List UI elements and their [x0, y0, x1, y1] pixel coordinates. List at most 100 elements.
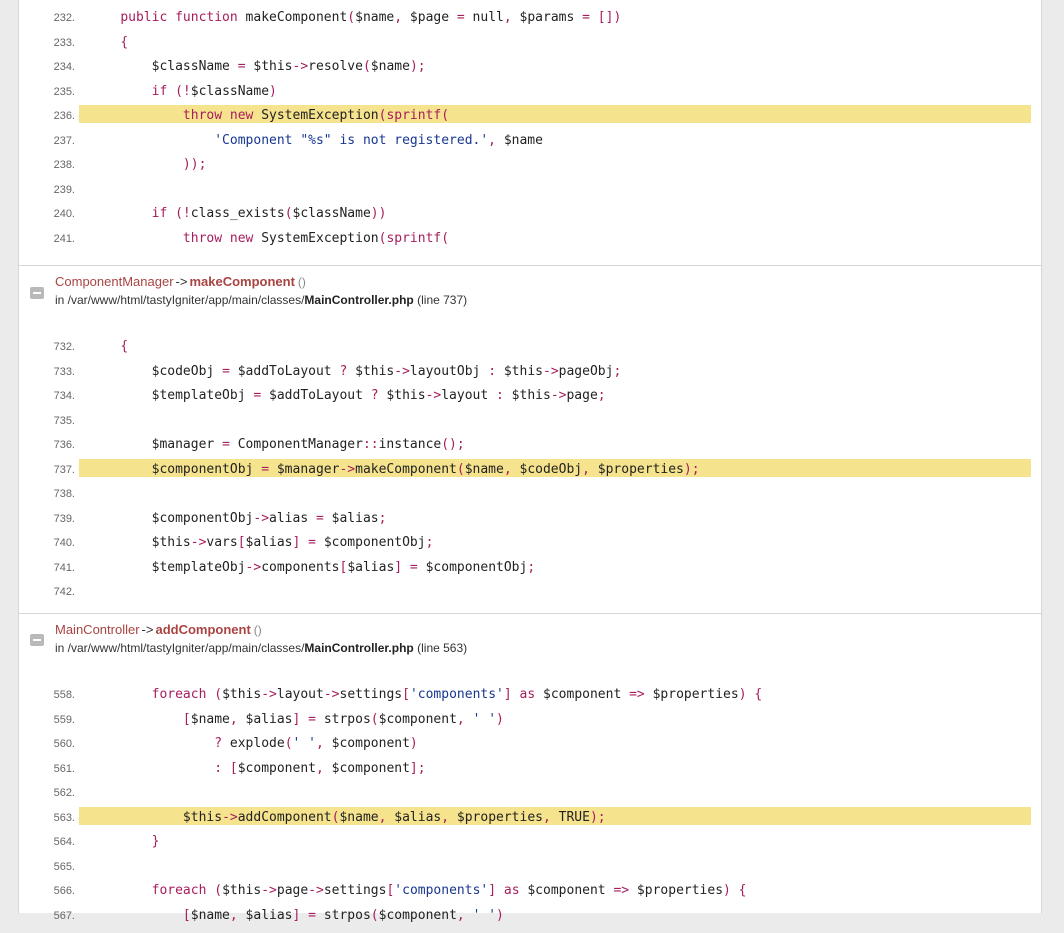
operator-token: , [504, 10, 512, 25]
code-line: 241. throw new SystemException(sprintf( [19, 232, 1041, 257]
keyword-token: if [152, 206, 168, 221]
operator-token: , [441, 810, 449, 825]
line-number: 241. [19, 233, 75, 245]
operator-token: -> [253, 511, 269, 526]
line-number: 240. [19, 208, 75, 220]
code-line: 738. [19, 487, 1041, 512]
line-number: 558. [19, 689, 75, 701]
string-token: ' ' [293, 736, 316, 751]
highlighted-code-line: 563. $this->addComponent($name, $alias, … [19, 811, 1041, 836]
frame-title: ComponentManager->makeComponent() [55, 274, 306, 289]
operator-token: ]; [410, 761, 426, 776]
operator-token: -> [426, 388, 442, 403]
keyword-token: if [152, 84, 168, 99]
operator-token: ) { [739, 687, 762, 702]
operator-token: (! [175, 84, 191, 99]
code-text: throw new SystemException(sprintf( [89, 231, 449, 246]
stack-frame-1: 232. public function makeComponent($name… [18, 0, 1042, 266]
frame-header[interactable]: ComponentManager->makeComponent() in /va… [19, 266, 1041, 318]
frame-class-name: MainController [55, 622, 140, 637]
frame-arrow: -> [142, 622, 154, 637]
operator-token: -> [246, 560, 262, 575]
line-number: 735. [19, 415, 75, 427]
code-line: 741. $templateObj->components[$alias] = … [19, 561, 1041, 586]
code-line: 560. ? explode(' ', $component) [19, 737, 1041, 762]
frame-parens: () [254, 623, 262, 637]
frame-file-name: MainController.php [304, 293, 413, 307]
operator-token: ( [363, 59, 371, 74]
operator-token: } [152, 834, 160, 849]
code-line: 732. { [19, 340, 1041, 365]
operator-token: -> [551, 388, 567, 403]
operator-token: ) { [723, 883, 746, 898]
code-line: 558. foreach ($this->layout->settings['c… [19, 688, 1041, 713]
operator-token: -> [261, 687, 277, 702]
frame-path-prefix: in /var/www/html/tastyIgniter/app/main/c… [55, 293, 304, 307]
code-text: $className = $this->resolve($name); [89, 59, 426, 74]
line-number: 737. [19, 464, 75, 476]
code-line: 734. $templateObj = $addToLayout ? $this… [19, 389, 1041, 414]
code-text: { [89, 35, 128, 50]
code-text: $manager = ComponentManager::instance(); [89, 437, 465, 452]
code-line: 233. { [19, 36, 1041, 61]
operator-token: , [488, 133, 496, 148]
operator-token: ; [527, 560, 535, 575]
code-text: $this->vars[$alias] = $componentObj; [89, 535, 433, 550]
code-line: 561. : [$component, $component]; [19, 762, 1041, 787]
operator-token: ( [441, 231, 449, 246]
operator-token: -> [293, 59, 309, 74]
frame-header[interactable]: MainController->addComponent () in /var/w… [19, 614, 1041, 666]
keyword-token: sprintf [386, 231, 441, 246]
line-number: 234. [19, 61, 75, 73]
operator-token: (! [175, 206, 191, 221]
operator-token: ( [285, 736, 293, 751]
operator-token: ] = [293, 535, 316, 550]
frame-function-name: addComponent [155, 622, 250, 637]
operator-token: ; [613, 364, 621, 379]
operator-token: [ [238, 535, 246, 550]
collapse-toggle-icon[interactable] [30, 287, 44, 299]
line-number: 742. [19, 586, 75, 598]
operator-token: :: [363, 437, 379, 452]
operator-token: ( [347, 10, 355, 25]
keyword-token: foreach [152, 883, 207, 898]
code-text: if (!class_exists($className)) [89, 206, 386, 221]
keyword-token: as [520, 687, 536, 702]
code-text: $componentObj = $manager->makeComponent(… [89, 462, 700, 477]
line-number: 732. [19, 341, 75, 353]
line-number: 736. [19, 439, 75, 451]
operator-token: = [238, 59, 246, 74]
line-number: 733. [19, 366, 75, 378]
line-number: 562. [19, 787, 75, 799]
operator-token: -> [222, 810, 238, 825]
operator-token: , [504, 462, 512, 477]
line-number: 232. [19, 12, 75, 24]
operator-token: ] [504, 687, 512, 702]
stack-frame-3: MainController->addComponent() in /var/w… [18, 614, 1042, 913]
frame-function-name: makeComponent [189, 274, 294, 289]
operator-token: ; [379, 511, 387, 526]
operator-token: , [379, 810, 387, 825]
operator-token: ? [371, 388, 379, 403]
operator-token: ] = [293, 908, 316, 923]
frame-file-path: in /var/www/html/tastyIgniter/app/main/c… [55, 641, 467, 655]
code-text: public function makeComponent($name, $pa… [89, 10, 621, 25]
string-token: 'components' [410, 687, 504, 702]
code-text: $templateObj = $addToLayout ? $this->lay… [89, 388, 606, 403]
collapse-toggle-icon[interactable] [30, 634, 44, 646]
code-line: 239. [19, 183, 1041, 208]
operator-token: ( [441, 108, 449, 123]
operator-token: ( [285, 206, 293, 221]
code-line: 566. foreach ($this->page->settings['com… [19, 884, 1041, 909]
operator-token: ( [332, 810, 340, 825]
line-number: 560. [19, 738, 75, 750]
line-number: 738. [19, 488, 75, 500]
line-number: 238. [19, 159, 75, 171]
operator-token: -> [394, 364, 410, 379]
code-line: 240. if (!class_exists($className)) [19, 207, 1041, 232]
frame-class-name: ComponentManager [55, 274, 174, 289]
operator-token: [ [402, 687, 410, 702]
code-line: 238. )); [19, 158, 1041, 183]
string-token: 'components' [394, 883, 488, 898]
operator-token: ; [598, 388, 606, 403]
